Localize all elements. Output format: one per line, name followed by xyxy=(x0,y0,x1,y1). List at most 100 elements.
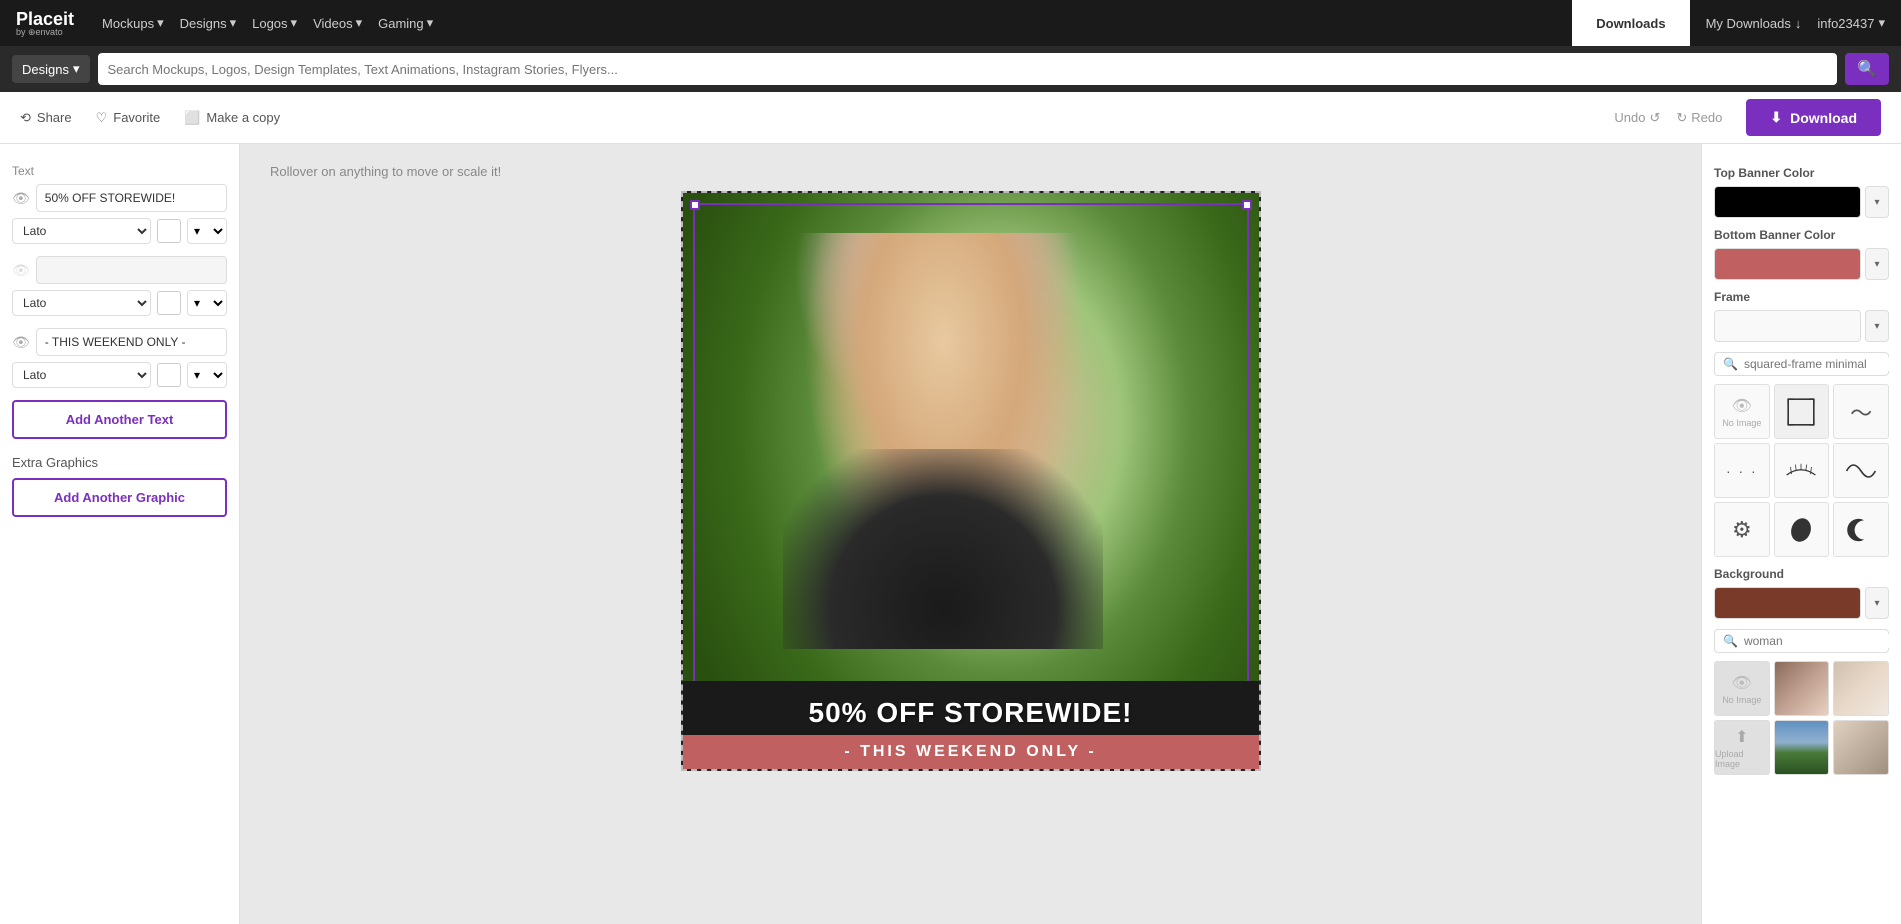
bg-photo-landscape[interactable] xyxy=(1774,720,1830,775)
bg-photo-woman2[interactable] xyxy=(1833,661,1889,716)
font-size-1[interactable]: ▾ xyxy=(187,218,227,244)
top-banner-color-swatch[interactable] xyxy=(1714,186,1861,218)
downloads-tab[interactable]: Downloads xyxy=(1572,0,1689,46)
left-panel: Text 👁 Lato ▾ 👁 Lato ▾ xyxy=(0,144,240,924)
search-input-wrap xyxy=(98,53,1838,85)
chevron-down-icon: ▾ xyxy=(157,15,164,31)
center-canvas: Rollover on anything to move or scale it… xyxy=(240,144,1701,924)
font-select-1[interactable]: Lato xyxy=(12,218,151,244)
blob-icon xyxy=(1785,514,1817,546)
wave-icon xyxy=(1845,455,1877,487)
font-size-2[interactable]: ▾ xyxy=(187,290,227,316)
share-label: Share xyxy=(37,110,72,125)
bottom-banner-color-label: Bottom Banner Color xyxy=(1714,228,1889,242)
text-input-3[interactable] xyxy=(36,328,227,356)
copy-icon: ⬜ xyxy=(184,110,200,126)
bg-search-row: 🔍 xyxy=(1714,629,1889,653)
square-frame-icon xyxy=(1785,396,1817,428)
design-canvas[interactable]: 50% OFF STOREWIDE! - THIS WEEKEND ONLY - xyxy=(681,191,1261,771)
frame-blob[interactable] xyxy=(1774,502,1830,557)
nav-gaming[interactable]: Gaming ▾ xyxy=(378,15,433,31)
nav-right-area: Downloads My Downloads ↓ info23437 ▾ xyxy=(1572,0,1885,46)
search-button[interactable]: 🔍 xyxy=(1845,53,1889,85)
font-row-1: Lato ▾ xyxy=(12,218,227,244)
top-navigation: Placeit by ⊕envato Mockups ▾ Designs ▾ L… xyxy=(0,0,1901,46)
text-input-2[interactable] xyxy=(36,256,227,284)
color-swatch-1[interactable] xyxy=(157,219,181,243)
top-banner-color-arrow[interactable]: ▾ xyxy=(1865,186,1889,218)
frame-dots[interactable]: · · · xyxy=(1714,443,1770,498)
undo-action[interactable]: Undo ↺ xyxy=(1614,110,1660,126)
nav-mockups[interactable]: Mockups ▾ xyxy=(102,15,164,31)
bg-search-input[interactable] xyxy=(1744,634,1899,648)
font-size-3[interactable]: ▾ xyxy=(187,362,227,388)
frame-gear[interactable]: ⚙ xyxy=(1714,502,1770,557)
canvas-clothing xyxy=(783,449,1103,649)
background-color-arrow[interactable]: ▾ xyxy=(1865,587,1889,619)
nav-videos[interactable]: Videos ▾ xyxy=(313,15,362,31)
frame-picker-row: ▾ xyxy=(1714,310,1889,342)
bottom-banner-color-swatch[interactable] xyxy=(1714,248,1861,280)
frame-search-input[interactable] xyxy=(1744,357,1899,371)
background-label: Background xyxy=(1714,567,1889,581)
download-button[interactable]: ⬇ Download xyxy=(1746,99,1881,136)
extra-graphics-label: Extra Graphics xyxy=(12,455,227,470)
bg-thumbnails: 👁 No Image ⬆ Upload Image xyxy=(1714,661,1889,775)
frame-square[interactable] xyxy=(1774,384,1830,439)
my-downloads-link[interactable]: My Downloads ↓ xyxy=(1706,16,1802,31)
text-field-row-2: 👁 xyxy=(12,256,227,284)
text-section-label: Text xyxy=(12,164,227,178)
banner-sub-band: - THIS WEEKEND ONLY - xyxy=(683,735,1259,769)
visibility-toggle-2[interactable]: 👁 xyxy=(12,262,30,279)
frame-crescent[interactable] xyxy=(1833,502,1889,557)
visibility-toggle-3[interactable]: 👁 xyxy=(12,334,30,351)
frame-eyelash[interactable] xyxy=(1774,443,1830,498)
banner-main-text: 50% OFF STOREWIDE! xyxy=(703,697,1239,729)
add-another-graphic-button[interactable]: Add Another Graphic xyxy=(12,478,227,517)
nav-logos[interactable]: Logos ▾ xyxy=(252,15,297,31)
share-action[interactable]: ⟲ Share xyxy=(20,110,72,126)
font-select-2[interactable]: Lato xyxy=(12,290,151,316)
search-input[interactable] xyxy=(108,62,1828,77)
redo-action[interactable]: ↻ Redo xyxy=(1676,110,1722,126)
background-color-swatch[interactable] xyxy=(1714,587,1861,619)
make-copy-action[interactable]: ⬜ Make a copy xyxy=(184,110,280,126)
no-image-label: No Image xyxy=(1722,695,1761,705)
logo[interactable]: Placeit by ⊕envato xyxy=(16,10,74,37)
color-swatch-3[interactable] xyxy=(157,363,181,387)
frame-wave[interactable] xyxy=(1833,443,1889,498)
redo-label: Redo xyxy=(1691,110,1722,125)
color-swatch-2[interactable] xyxy=(157,291,181,315)
frame-no-image[interactable]: 👁 No Image xyxy=(1714,384,1770,439)
nav-designs[interactable]: Designs ▾ xyxy=(180,15,237,31)
bottom-banner-color-arrow[interactable]: ▾ xyxy=(1865,248,1889,280)
heart-icon: ♡ xyxy=(96,110,108,126)
search-bar: Designs ▾ 🔍 xyxy=(0,46,1901,92)
download-icon: ↓ xyxy=(1795,16,1802,31)
swirl-icon: 〜 xyxy=(1850,396,1872,428)
favorite-action[interactable]: ♡ Favorite xyxy=(96,110,161,126)
chevron-down-icon: ▾ xyxy=(73,61,80,77)
bg-photo-woman1[interactable] xyxy=(1774,661,1830,716)
make-copy-label: Make a copy xyxy=(206,110,280,125)
frame-swirl[interactable]: 〜 xyxy=(1833,384,1889,439)
bg-photo-woman3[interactable] xyxy=(1833,720,1889,775)
logo-subtext: by ⊕envato xyxy=(16,28,74,37)
add-another-text-button[interactable]: Add Another Text xyxy=(12,400,227,439)
right-panel: Top Banner Color ▾ Bottom Banner Color ▾… xyxy=(1701,144,1901,924)
frame-arrow[interactable]: ▾ xyxy=(1865,310,1889,342)
account-menu[interactable]: info23437 ▾ xyxy=(1817,15,1885,31)
visibility-toggle-1[interactable]: 👁 xyxy=(12,190,30,207)
canvas-hint: Rollover on anything to move or scale it… xyxy=(270,164,501,179)
eyelash-icon xyxy=(1785,455,1817,487)
text-input-1[interactable] xyxy=(36,184,227,212)
chevron-down-icon: ▾ xyxy=(291,15,298,31)
bg-upload-image[interactable]: ⬆ Upload Image xyxy=(1714,720,1770,775)
frame-select-swatch[interactable] xyxy=(1714,310,1861,342)
search-category-dropdown[interactable]: Designs ▾ xyxy=(12,55,90,83)
font-select-3[interactable]: Lato xyxy=(12,362,151,388)
bg-no-image[interactable]: 👁 No Image xyxy=(1714,661,1770,716)
download-label: Download xyxy=(1790,110,1857,126)
text-field-row-1: 👁 xyxy=(12,184,227,212)
upload-label: Upload Image xyxy=(1715,749,1769,769)
